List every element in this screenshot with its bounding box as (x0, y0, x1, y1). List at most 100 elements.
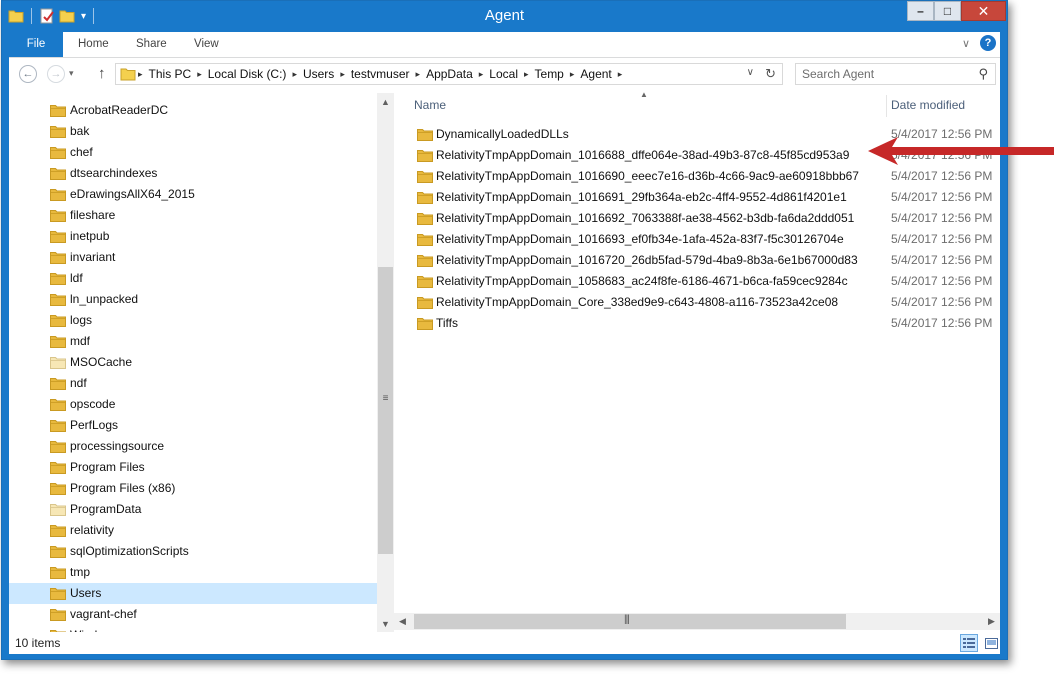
scrollbar-grip-icon: ≡ (382, 393, 389, 404)
folder-icon (50, 545, 66, 561)
address-bar[interactable]: ▸ This PC ▸ Local Disk (C:) ▸ Users ▸ te… (115, 63, 783, 85)
folder-icon (417, 296, 433, 312)
sidebar-item-ldf[interactable]: ldf (9, 268, 377, 289)
window-client: File Home Share View ∨ ? ← → ▾ ↑ ▸ This … (9, 32, 1000, 654)
up-arrow-icon[interactable]: ↑ (98, 65, 106, 82)
list-item[interactable]: RelativityTmpAppDomain_1016720_26db5fad-… (394, 250, 1000, 271)
breadcrumb-users[interactable]: Users (299, 67, 338, 81)
list-item[interactable]: RelativityTmpAppDomain_1016692_7063388f-… (394, 208, 1000, 229)
file-name: RelativityTmpAppDomain_1016720_26db5fad-… (436, 253, 858, 267)
list-item[interactable]: RelativityTmpAppDomain_1016690_eeec7e16-… (394, 166, 1000, 187)
list-item[interactable]: RelativityTmpAppDomain_1058683_ac24f8fe-… (394, 271, 1000, 292)
sidebar-item-msocache[interactable]: MSOCache (9, 352, 377, 373)
sidebar-item-fileshare[interactable]: fileshare (9, 205, 377, 226)
breadcrumb-local-disk[interactable]: Local Disk (C:) (204, 67, 291, 81)
sidebar-item-label: eDrawingsAllX64_2015 (70, 187, 195, 201)
file-date-modified: 5/4/2017 12:56 PM (891, 295, 993, 309)
sidebar-item-program-files[interactable]: Program Files (9, 457, 377, 478)
breadcrumb-this-pc[interactable]: This PC (145, 67, 196, 81)
forward-arrow-icon[interactable]: → (47, 65, 65, 83)
tab-share[interactable]: Share (136, 32, 167, 57)
breadcrumb-chevron-icon[interactable]: ▸ (195, 69, 204, 80)
maximize-button[interactable]: □ (934, 1, 961, 21)
file-list-hscrollbar[interactable]: ◀ ||| ▶ (394, 613, 1000, 630)
sidebar-item-tmp[interactable]: tmp (9, 562, 377, 583)
sidebar-item-mdf[interactable]: mdf (9, 331, 377, 352)
breadcrumb-chevron-icon[interactable]: ▸ (522, 69, 531, 80)
expand-ribbon-chevron-icon[interactable]: ∨ (962, 37, 970, 50)
sidebar-item-programdata[interactable]: ProgramData (9, 499, 377, 520)
sidebar-item-perflogs[interactable]: PerfLogs (9, 415, 377, 436)
sidebar-item-ln-unpacked[interactable]: ln_unpacked (9, 289, 377, 310)
sidebar-item-opscode[interactable]: opscode (9, 394, 377, 415)
sidebar-item-inetpub[interactable]: inetpub (9, 226, 377, 247)
sidebar-item-bak[interactable]: bak (9, 121, 377, 142)
scroll-right-chevron-icon[interactable]: ▶ (983, 613, 1000, 630)
sidebar-item-label: ldf (70, 271, 83, 285)
sidebar-item-acrobatreaderdc[interactable]: AcrobatReaderDC (9, 100, 377, 121)
tab-home[interactable]: Home (78, 32, 109, 57)
details-view-icon[interactable] (960, 634, 978, 652)
breadcrumb-local[interactable]: Local (485, 67, 522, 81)
hscrollbar-thumb[interactable] (414, 614, 846, 629)
minimize-button[interactable]: – (907, 1, 934, 21)
breadcrumb-chevron-icon[interactable]: ▸ (136, 69, 145, 80)
sidebar-item-dtsearchindexes[interactable]: dtsearchindexes (9, 163, 377, 184)
window-controls: – □ ✕ (907, 1, 1006, 21)
sidebar-item-logs[interactable]: logs (9, 310, 377, 331)
scroll-up-chevron-icon[interactable]: ▲ (377, 93, 394, 110)
list-item[interactable]: Tiffs 5/4/2017 12:56 PM (394, 313, 1000, 334)
tab-view[interactable]: View (194, 32, 219, 57)
large-icons-view-icon[interactable] (982, 634, 1000, 652)
folder-icon (50, 377, 66, 393)
sidebar-item-invariant[interactable]: invariant (9, 247, 377, 268)
breadcrumb-testvmuser[interactable]: testvmuser (347, 67, 414, 81)
sidebar-item-vagrant-chef[interactable]: vagrant-chef (9, 604, 377, 625)
list-item[interactable]: RelativityTmpAppDomain_1016691_29fb364a-… (394, 187, 1000, 208)
sidebar-item-windows[interactable]: Windows (9, 625, 377, 632)
tab-file[interactable]: File (9, 32, 63, 57)
navigation-pane-scrollbar[interactable]: ▲ ≡ ▼ (377, 93, 394, 632)
list-item[interactable]: RelativityTmpAppDomain_1016693_ef0fb34e-… (394, 229, 1000, 250)
breadcrumb-chevron-icon[interactable]: ▸ (477, 69, 486, 80)
sidebar-item-chef[interactable]: chef (9, 142, 377, 163)
search-input[interactable]: Search Agent ⚲ (795, 63, 996, 85)
breadcrumb-chevron-icon[interactable]: ▸ (414, 69, 423, 80)
sidebar-item-relativity[interactable]: relativity (9, 520, 377, 541)
breadcrumb-chevron-icon[interactable]: ▸ (568, 69, 577, 80)
sidebar-item-program-files-x86-[interactable]: Program Files (x86) (9, 478, 377, 499)
help-icon[interactable]: ? (980, 35, 996, 51)
breadcrumb-chevron-icon[interactable]: ▸ (290, 69, 299, 80)
close-button[interactable]: ✕ (961, 1, 1006, 21)
column-divider[interactable] (886, 95, 887, 117)
scrollbar-thumb[interactable] (378, 267, 393, 554)
breadcrumb-temp[interactable]: Temp (531, 67, 568, 81)
list-item[interactable]: RelativityTmpAppDomain_Core_338ed9e9-c64… (394, 292, 1000, 313)
breadcrumb-appdata[interactable]: AppData (422, 67, 477, 81)
sidebar-item-users[interactable]: Users (9, 583, 377, 604)
scroll-down-chevron-icon[interactable]: ▼ (377, 615, 394, 632)
title-bar[interactable]: ▾ Agent – □ ✕ (2, 1, 1007, 32)
address-history-chevron-icon[interactable]: ∨ (747, 67, 754, 78)
recent-locations-chevron-icon[interactable]: ▾ (69, 68, 74, 79)
file-list-pane[interactable]: ▲ Name Date modified DynamicallyLoadedDL… (394, 90, 1000, 632)
refresh-icon[interactable]: ↻ (765, 66, 776, 82)
item-count: 10 items (15, 636, 61, 650)
sidebar-item-edrawingsallx64-2015[interactable]: eDrawingsAllX64_2015 (9, 184, 377, 205)
sidebar-item-label: AcrobatReaderDC (70, 103, 169, 117)
navigation-pane[interactable]: AcrobatReaderDC bak chef dtsearchindexes eDr… (9, 93, 377, 632)
search-icon[interactable]: ⚲ (978, 64, 988, 84)
sidebar-item-sqloptimizationscripts[interactable]: sqlOptimizationScripts (9, 541, 377, 562)
breadcrumb-chevron-icon[interactable]: ▸ (338, 69, 347, 80)
file-date-modified: 5/4/2017 12:56 PM (891, 211, 993, 225)
breadcrumb-chevron-icon[interactable]: ▸ (616, 69, 625, 80)
ribbon: File Home Share View ∨ ? (9, 32, 1000, 58)
sidebar-item-processingsource[interactable]: processingsource (9, 436, 377, 457)
scroll-left-chevron-icon[interactable]: ◀ (394, 613, 411, 630)
column-name-header[interactable]: Name (414, 98, 446, 112)
sidebar-item-label: bak (70, 124, 90, 138)
breadcrumb-agent[interactable]: Agent (576, 67, 615, 81)
back-arrow-icon[interactable]: ← (19, 65, 37, 83)
sidebar-item-ndf[interactable]: ndf (9, 373, 377, 394)
column-date-header[interactable]: Date modified (891, 98, 965, 112)
